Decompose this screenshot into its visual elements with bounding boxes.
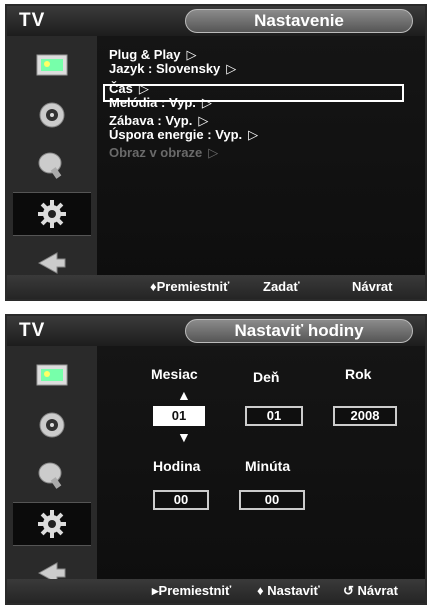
clock-set-panel: TV Nastaviť hodiny Mesiac Deň Rok ▲ 01 ▼… [5,314,427,605]
tv-label: TV [19,10,46,31]
hour-label: Hodina [153,458,201,474]
month-field[interactable]: 01 [153,406,205,426]
menu-item-plug-play[interactable]: Plug & Play ▷ [109,48,197,62]
sidebar [7,36,97,285]
setup-icon[interactable] [13,192,91,236]
menu-item-energy-saving[interactable]: Úspora energie : Vyp. ▷ [109,128,258,142]
footer-enter-hint: Zadať [263,279,300,294]
year-label: Rok [345,366,372,382]
year-field[interactable]: 2008 [333,406,397,426]
footer-return-hint: ↺ Návrat [343,583,398,598]
menu-item-pip: Obraz v obraze ▷ [109,145,219,160]
sidebar [7,346,97,589]
minute-label: Minúta [245,458,291,474]
footer-adjust-hint: ♦ Nastaviť [257,583,320,598]
menu-footer: ▸Premiestniť ♦ Nastaviť ↺ Návrat [7,579,425,603]
sound-icon[interactable] [13,94,91,136]
hour-field[interactable]: 00 [153,490,209,510]
footer-return-hint: Návrat [352,279,393,294]
menu-footer: ♦Premiestniť Zadať Návrat [7,275,425,299]
day-label: Deň [253,369,280,385]
menu-item-entertainment[interactable]: Zábava : Vyp. ▷ [109,114,208,128]
setup-menu-panel: TV Nastavenie Plug & Play ▷ Jazyk : Slove… [5,4,427,301]
channel-icon[interactable] [13,454,91,496]
footer-move-hint: ♦Premiestniť [150,279,230,294]
setup-icon[interactable] [13,502,91,546]
decrement-arrow-icon[interactable]: ▼ [177,430,191,444]
menu-header: TV Nastavenie [7,6,425,36]
increment-arrow-icon[interactable]: ▲ [177,388,191,402]
month-label: Mesiac [151,366,198,382]
sound-icon[interactable] [13,404,91,446]
tv-label: TV [19,320,46,341]
picture-icon[interactable] [13,354,91,396]
selection-highlight [103,84,404,102]
menu-title: Nastaviť hodiny [185,319,413,343]
menu-item-language[interactable]: Jazyk : Slovensky ▷ [109,62,236,76]
menu-title: Nastavenie [185,9,413,33]
menu-content: Plug & Play ▷ Jazyk : Slovensky ▷ Čas ▷ Mel… [97,36,425,285]
channel-icon[interactable] [13,144,91,186]
day-field[interactable]: 01 [245,406,303,426]
picture-icon[interactable] [13,44,91,86]
minute-field[interactable]: 00 [239,490,305,510]
footer-move-hint: ▸Premiestniť [152,583,232,598]
menu-header: TV Nastaviť hodiny [7,316,425,346]
